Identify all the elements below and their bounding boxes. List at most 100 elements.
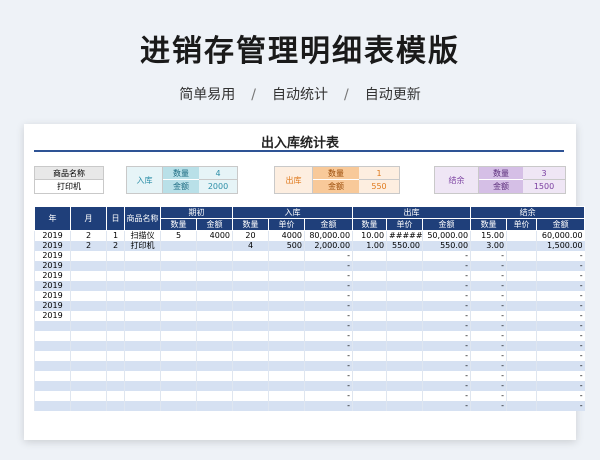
table-cell[interactable]: 2	[70, 241, 107, 251]
table-cell[interactable]	[34, 371, 71, 381]
table-cell[interactable]	[352, 271, 387, 281]
table-cell[interactable]	[506, 230, 537, 241]
table-cell[interactable]: -	[470, 271, 507, 281]
table-cell[interactable]	[268, 251, 305, 261]
table-cell[interactable]: -	[536, 261, 585, 271]
table-cell[interactable]	[268, 321, 305, 331]
table-cell[interactable]: -	[422, 391, 471, 401]
table-cell[interactable]	[196, 271, 233, 281]
table-cell[interactable]	[506, 251, 537, 261]
table-cell[interactable]: 1	[106, 230, 125, 241]
table-cell[interactable]: 3.00	[470, 241, 507, 251]
table-cell[interactable]	[70, 291, 107, 301]
table-cell[interactable]	[124, 271, 161, 281]
table-cell[interactable]	[196, 341, 233, 351]
table-cell[interactable]	[196, 381, 233, 391]
table-cell[interactable]: -	[470, 261, 507, 271]
table-cell[interactable]	[232, 381, 269, 391]
table-cell[interactable]	[232, 311, 269, 321]
table-cell[interactable]: 2019	[34, 261, 71, 271]
table-cell[interactable]	[196, 301, 233, 311]
table-cell[interactable]	[70, 321, 107, 331]
table-cell[interactable]: 2019	[34, 301, 71, 311]
table-cell[interactable]	[506, 301, 537, 311]
table-cell[interactable]	[70, 251, 107, 261]
table-cell[interactable]	[232, 341, 269, 351]
table-cell[interactable]	[34, 391, 71, 401]
table-cell[interactable]	[106, 371, 125, 381]
table-cell[interactable]	[506, 261, 537, 271]
table-cell[interactable]	[196, 241, 233, 251]
table-cell[interactable]: 2019	[34, 271, 71, 281]
table-cell[interactable]	[160, 241, 197, 251]
table-cell[interactable]: -	[422, 361, 471, 371]
table-cell[interactable]	[386, 311, 423, 321]
table-cell[interactable]	[506, 311, 537, 321]
table-cell[interactable]	[268, 271, 305, 281]
table-cell[interactable]	[106, 391, 125, 401]
table-cell[interactable]	[160, 341, 197, 351]
table-cell[interactable]: -	[303, 401, 353, 411]
table-cell[interactable]: -	[303, 331, 353, 341]
table-cell[interactable]	[352, 341, 387, 351]
table-cell[interactable]: -	[470, 251, 507, 261]
table-cell[interactable]	[106, 321, 125, 331]
table-cell[interactable]	[386, 371, 423, 381]
table-cell[interactable]: -	[303, 381, 353, 391]
table-cell[interactable]: -	[422, 401, 471, 411]
table-cell[interactable]	[506, 351, 537, 361]
table-cell[interactable]: -	[303, 281, 353, 291]
table-cell[interactable]: -	[470, 381, 507, 391]
table-cell[interactable]: -	[422, 281, 471, 291]
table-cell[interactable]	[386, 261, 423, 271]
table-cell[interactable]	[70, 311, 107, 321]
table-cell[interactable]	[232, 391, 269, 401]
table-cell[interactable]	[106, 261, 125, 271]
table-cell[interactable]	[352, 281, 387, 291]
table-cell[interactable]	[196, 331, 233, 341]
table-cell[interactable]	[34, 341, 71, 351]
table-cell[interactable]: -	[470, 301, 507, 311]
table-cell[interactable]	[268, 261, 305, 271]
table-cell[interactable]: 550.00	[422, 241, 471, 251]
table-cell[interactable]	[386, 251, 423, 261]
table-cell[interactable]	[70, 371, 107, 381]
table-cell[interactable]: -	[470, 291, 507, 301]
table-cell[interactable]	[106, 361, 125, 371]
table-cell[interactable]: 4	[232, 241, 269, 251]
table-cell[interactable]	[506, 391, 537, 401]
table-cell[interactable]: -	[470, 311, 507, 321]
table-cell[interactable]: -	[422, 381, 471, 391]
table-cell[interactable]	[232, 261, 269, 271]
table-cell[interactable]: -	[303, 311, 353, 321]
product-value[interactable]: 打印机	[35, 180, 103, 193]
table-cell[interactable]	[160, 331, 197, 341]
table-cell[interactable]: -	[303, 271, 353, 281]
table-cell[interactable]: -	[303, 341, 353, 351]
table-cell[interactable]	[232, 371, 269, 381]
table-cell[interactable]: -	[536, 381, 585, 391]
table-cell[interactable]	[106, 351, 125, 361]
table-cell[interactable]	[352, 401, 387, 411]
table-cell[interactable]	[506, 371, 537, 381]
table-cell[interactable]	[160, 381, 197, 391]
table-cell[interactable]	[160, 251, 197, 261]
table-cell[interactable]	[506, 271, 537, 281]
table-cell[interactable]	[196, 311, 233, 321]
table-cell[interactable]	[232, 351, 269, 361]
table-cell[interactable]	[232, 301, 269, 311]
table-cell[interactable]	[70, 271, 107, 281]
table-cell[interactable]: -	[470, 371, 507, 381]
table-cell[interactable]	[34, 361, 71, 371]
table-cell[interactable]: -	[536, 331, 585, 341]
table-cell[interactable]: -	[422, 271, 471, 281]
table-cell[interactable]	[70, 381, 107, 391]
table-cell[interactable]	[124, 401, 161, 411]
table-cell[interactable]: -	[536, 281, 585, 291]
table-cell[interactable]	[70, 351, 107, 361]
table-cell[interactable]	[124, 281, 161, 291]
table-cell[interactable]: -	[303, 261, 353, 271]
table-cell[interactable]: -	[303, 361, 353, 371]
table-cell[interactable]: 2019	[34, 251, 71, 261]
table-cell[interactable]	[70, 361, 107, 371]
